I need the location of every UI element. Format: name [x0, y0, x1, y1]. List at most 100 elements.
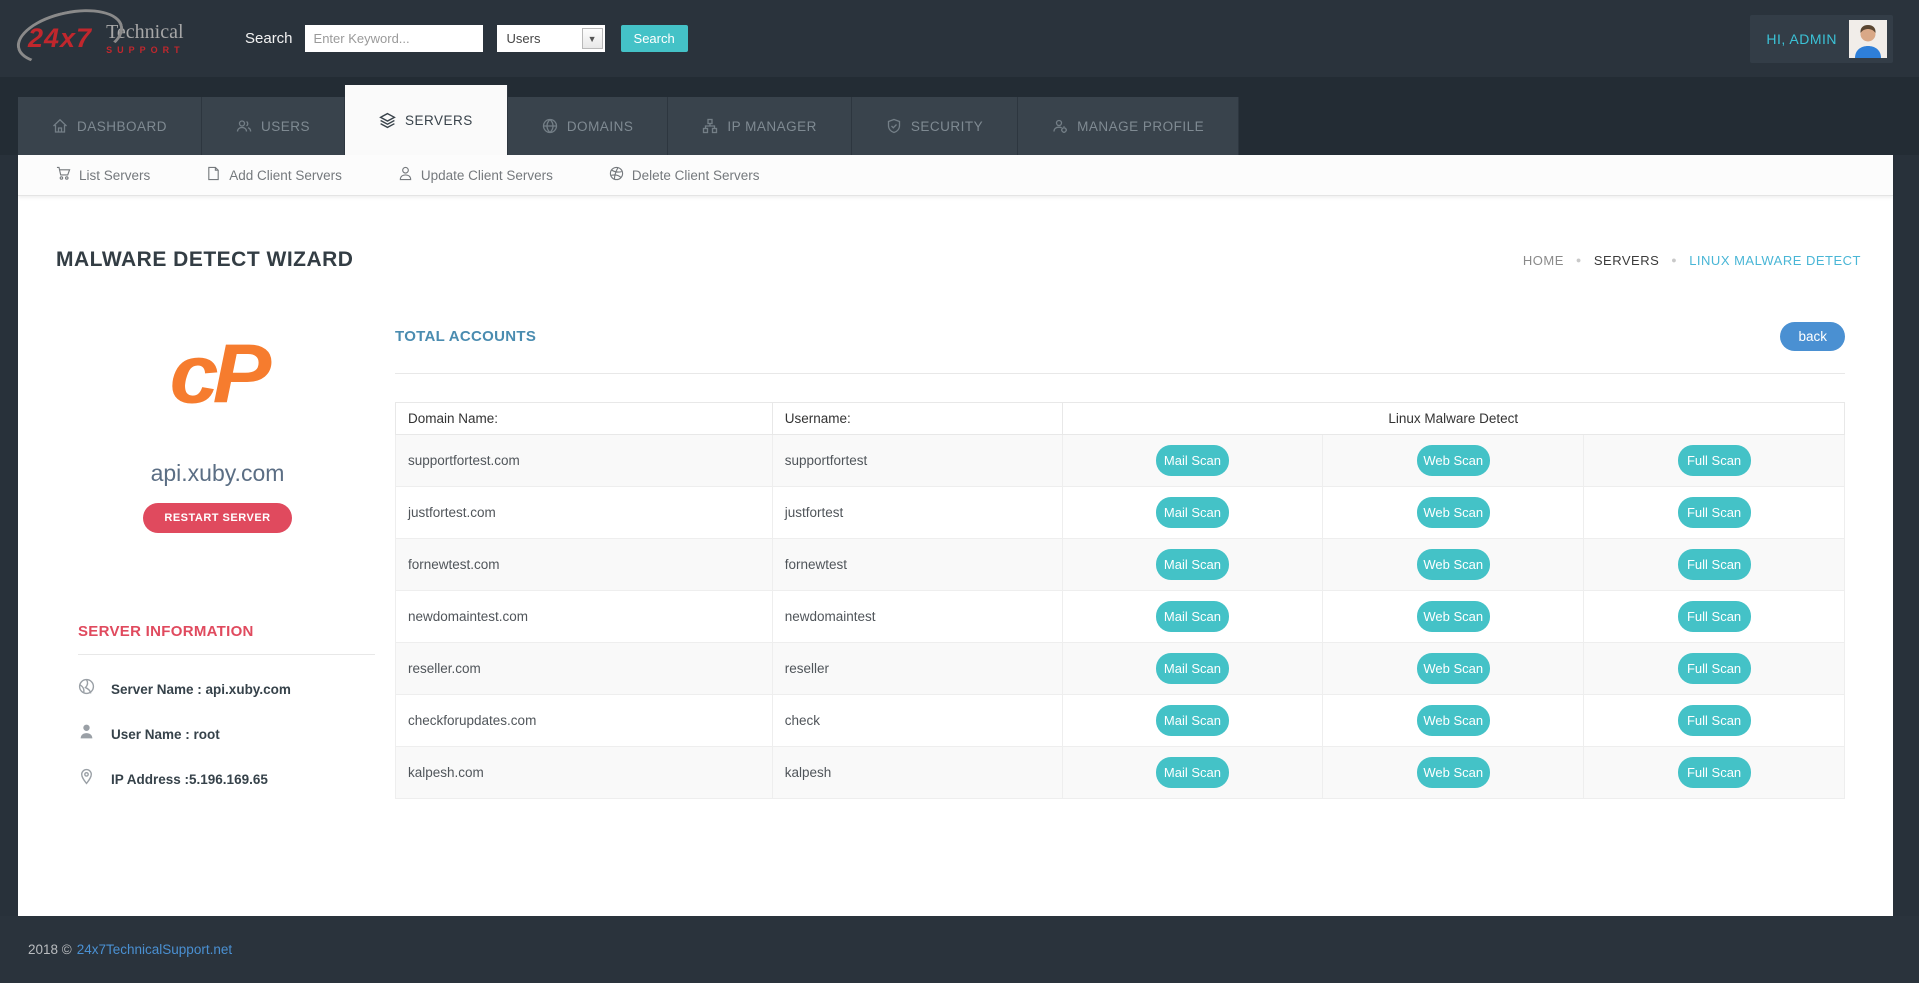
breadcrumb-servers[interactable]: SERVERS [1594, 253, 1659, 268]
accounts-table: Domain Name: Username: Linux Malware Det… [395, 402, 1845, 799]
back-button[interactable]: back [1780, 322, 1845, 351]
tab-users[interactable]: USERS [202, 97, 345, 155]
table-row: justfortest.comjustfortestMail ScanWeb S… [396, 487, 1845, 539]
breadcrumb-home[interactable]: HOME [1523, 253, 1564, 268]
full-scan-button[interactable]: Full Scan [1678, 549, 1751, 580]
username-cell: kalpesh [772, 747, 1062, 799]
subnav-update-client-servers[interactable]: Update Client Servers [398, 166, 553, 184]
tab-dashboard[interactable]: DASHBOARD [18, 97, 202, 155]
domain-cell: supportfortest.com [396, 435, 773, 487]
breadcrumb: HOME ● SERVERS ● LINUX MALWARE DETECT [1523, 253, 1861, 268]
shield-icon [886, 118, 902, 134]
mail-scan-button[interactable]: Mail Scan [1156, 445, 1229, 476]
mail-scan-button[interactable]: Mail Scan [1156, 757, 1229, 788]
web-scan-button[interactable]: Web Scan [1417, 653, 1490, 684]
users-icon [236, 118, 252, 134]
server-sidebar: cP api.xuby.com RESTART SERVER SERVER IN… [40, 302, 395, 799]
full-scan-button[interactable]: Full Scan [1678, 757, 1751, 788]
web-scan-button[interactable]: Web Scan [1417, 757, 1490, 788]
server-information-title: SERVER INFORMATION [78, 623, 395, 640]
footer-link[interactable]: 24x7TechnicalSupport.net [77, 942, 232, 957]
search-filter-value: Users [497, 31, 541, 46]
divider [78, 654, 375, 655]
mail-scan-button[interactable]: Mail Scan [1156, 601, 1229, 632]
web-scan-button[interactable]: Web Scan [1417, 549, 1490, 580]
total-accounts-section: TOTAL ACCOUNTS back Domain Name: Usernam… [395, 302, 1845, 799]
tab-security[interactable]: SECURITY [852, 97, 1018, 155]
tab-label: DOMAINS [567, 119, 634, 134]
pin-icon [78, 768, 95, 790]
user-gear-icon [1052, 118, 1068, 134]
ip-address-row: IP Address :5.196.169.65 [78, 768, 395, 790]
tab-servers[interactable]: SERVERS [345, 85, 508, 155]
subnav-label: Update Client Servers [421, 168, 553, 183]
copyright-text: 2018 © [28, 942, 72, 957]
admin-menu[interactable]: HI, ADMIN [1750, 15, 1893, 63]
cart-icon [56, 166, 71, 184]
mail-scan-button[interactable]: Mail Scan [1156, 549, 1229, 580]
domain-cell: justfortest.com [396, 487, 773, 539]
subnav-list-servers[interactable]: List Servers [56, 166, 150, 184]
top-bar: 24x7 Technical SUPPORT Search Users ▼ Se… [0, 0, 1919, 77]
server-information-panel: SERVER INFORMATION Server Name : api.xub… [40, 623, 395, 790]
table-row: kalpesh.comkalpesh Mail Scan Web Scan Full … [396, 747, 1845, 799]
restart-server-button[interactable]: RESTART SERVER [143, 503, 291, 533]
full-scan-button[interactable]: Full Scan [1678, 601, 1751, 632]
table-row: reseller.comreseller Mail Scan Web Scan Ful… [396, 643, 1845, 695]
domain-cell: reseller.com [396, 643, 773, 695]
person-icon [398, 166, 413, 184]
tab-label: USERS [261, 119, 310, 134]
breadcrumb-current[interactable]: LINUX MALWARE DETECT [1689, 253, 1861, 268]
web-scan-button[interactable]: Web Scan [1417, 445, 1490, 476]
tab-domains[interactable]: DOMAINS [508, 97, 669, 155]
web-scan-button[interactable]: Web Scan [1417, 601, 1490, 632]
main-nav-tabs: DASHBOARD USERS SERVERS DOMAINS IP MANAG… [0, 77, 1919, 155]
tab-ip-manager[interactable]: IP MANAGER [668, 97, 852, 155]
breadcrumb-separator: ● [1576, 255, 1582, 265]
full-scan-button[interactable]: Full Scan [1678, 497, 1751, 528]
globe-icon [78, 678, 95, 700]
tab-label: DASHBOARD [77, 119, 167, 134]
web-scan-button[interactable]: Web Scan [1417, 497, 1490, 528]
subnav-delete-client-servers[interactable]: Delete Client Servers [609, 166, 760, 184]
divider [395, 373, 1845, 374]
subnav-label: List Servers [79, 168, 150, 183]
home-icon [52, 118, 68, 134]
dribbble-icon [609, 166, 624, 184]
search-button[interactable]: Search [621, 25, 688, 52]
search-input[interactable] [305, 25, 483, 52]
mail-scan-button[interactable]: Mail Scan [1156, 705, 1229, 736]
user-name-row: User Name : root [78, 723, 395, 745]
scan-cell: Web Scan [1323, 539, 1584, 591]
subnav-add-client-servers[interactable]: Add Client Servers [206, 166, 342, 184]
full-scan-button[interactable]: Full Scan [1678, 653, 1751, 684]
footer: 2018 © 24x7TechnicalSupport.net [0, 916, 1919, 983]
server-name-row: Server Name : api.xuby.com [78, 678, 395, 700]
scan-cell: Full Scan [1584, 747, 1845, 799]
network-icon [702, 118, 718, 134]
server-name-text: Server Name : api.xuby.com [111, 682, 291, 697]
full-scan-button[interactable]: Full Scan [1678, 445, 1751, 476]
scan-cell: Full Scan [1584, 643, 1845, 695]
scan-cell: Mail Scan [1062, 487, 1323, 539]
web-scan-button[interactable]: Web Scan [1417, 705, 1490, 736]
domain-cell: kalpesh.com [396, 747, 773, 799]
column-header-domain: Domain Name: [396, 403, 773, 435]
ip-address-text: IP Address :5.196.169.65 [111, 772, 268, 787]
mail-scan-button[interactable]: Mail Scan [1156, 653, 1229, 684]
scan-cell: Full Scan [1584, 695, 1845, 747]
avatar[interactable] [1849, 20, 1887, 58]
scan-cell: Mail Scan [1062, 643, 1323, 695]
username-cell: newdomaintest [772, 591, 1062, 643]
full-scan-button[interactable]: Full Scan [1678, 705, 1751, 736]
mail-scan-button[interactable]: Mail Scan [1156, 497, 1229, 528]
scan-cell: Web Scan [1323, 695, 1584, 747]
search-filter-select[interactable]: Users ▼ [497, 25, 605, 52]
tab-manage-profile[interactable]: MANAGE PROFILE [1018, 97, 1239, 155]
scan-cell: Web Scan [1323, 487, 1584, 539]
scan-cell: Web Scan [1323, 591, 1584, 643]
username-cell: reseller [772, 643, 1062, 695]
table-header-row: Domain Name: Username: Linux Malware Det… [396, 403, 1845, 435]
scan-cell: Mail Scan [1062, 695, 1323, 747]
file-icon [206, 166, 221, 184]
